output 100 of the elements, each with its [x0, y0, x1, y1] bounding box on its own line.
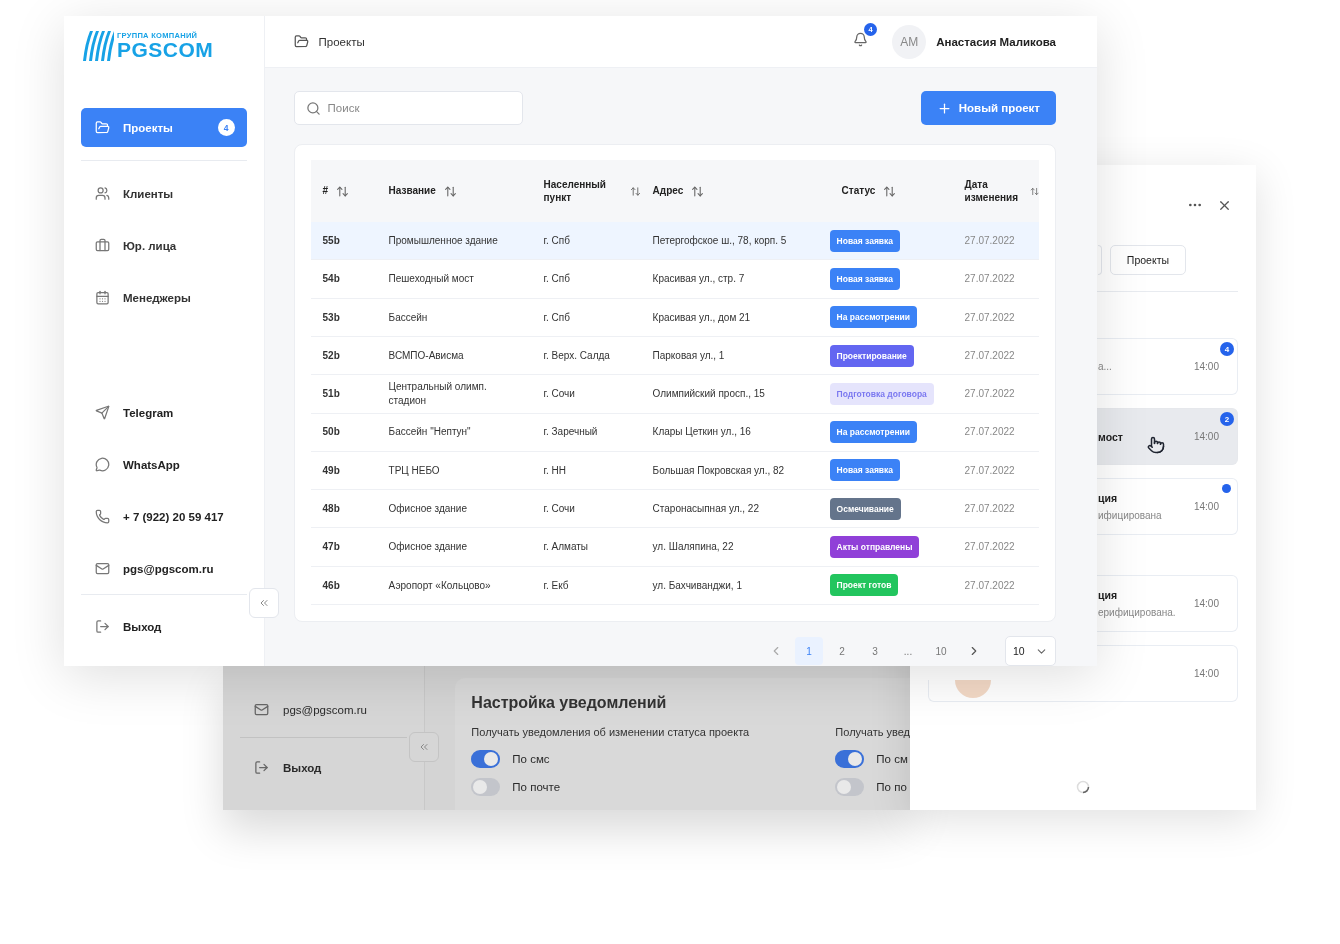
toggle-switch[interactable]: [835, 778, 865, 796]
table-cell-text: 53b: [321, 310, 341, 324]
column-header[interactable]: Статус: [841, 184, 876, 198]
contact-link[interactable]: WhatsApp: [123, 458, 180, 471]
table-cell-text: 27.07.2022: [963, 348, 1016, 363]
notification-card[interactable]: а... 14:00 4: [1097, 338, 1238, 395]
sort-icon[interactable]: [883, 184, 897, 198]
status-badge: Проект готов: [829, 574, 899, 597]
filter-chip[interactable]: Проекты: [1109, 245, 1186, 275]
notification-time: 14:00: [1193, 598, 1219, 609]
notification-title: ция: [1098, 492, 1119, 504]
column-header[interactable]: #: [322, 184, 329, 198]
notification-card[interactable]: ция ерифицирована. 14:00: [1097, 575, 1238, 632]
table-cell-text: Офисное здание: [387, 540, 468, 554]
status-badge: Акты отправлены: [829, 536, 920, 559]
table-cell-text: Красивая ул., дом 21: [651, 310, 752, 324]
status-badge: Новая заявка: [829, 459, 901, 482]
table-cell-text: 27.07.2022: [963, 540, 1016, 554]
table-cell-text: г. Спб: [542, 310, 571, 324]
sidebar-item[interactable]: Менеджеры: [81, 278, 247, 317]
settings-title: Настройка уведомлений: [471, 694, 668, 712]
column-header[interactable]: Адрес: [652, 184, 684, 198]
table-cell-text: 49b: [321, 463, 341, 478]
search-field[interactable]: Поиск: [293, 91, 523, 126]
notification-time: 14:00: [1193, 361, 1219, 372]
table-cell-text: 47b: [321, 540, 341, 554]
sort-icon[interactable]: [443, 184, 457, 198]
table-cell-text: 55b: [321, 233, 341, 248]
table-cell-text: Бассейн "Нептун": [387, 425, 472, 439]
briefcase-icon: [95, 238, 110, 253]
page-button[interactable]: 2: [828, 637, 856, 665]
table-cell-text: г. Алматы: [542, 540, 590, 554]
page-size-select[interactable]: 10: [1005, 636, 1056, 666]
new-project-button[interactable]: Новый проект: [920, 91, 1056, 126]
notification-text: ерифицирована.: [1098, 607, 1177, 618]
page-button[interactable]: 10: [927, 637, 955, 665]
table-cell-text: ТРЦ НЕБО: [387, 463, 441, 478]
table-cell-text: Красивая ул., стр. 7: [651, 272, 746, 286]
column-header[interactable]: Населенный пункт: [543, 177, 622, 205]
toggle-label: По почте: [512, 781, 561, 793]
notification-text: а...: [1098, 361, 1113, 372]
folder-icon: [95, 120, 110, 135]
unread-count-badge: 4: [1220, 342, 1234, 356]
sidebar-item[interactable]: Юр. лица: [81, 226, 247, 265]
users-icon: [95, 186, 110, 201]
notification-time: 14:00: [1193, 431, 1219, 442]
folder-icon: [293, 34, 309, 49]
page-button[interactable]: ...: [894, 637, 922, 665]
contact-link[interactable]: pgs@pgscom.ru: [123, 562, 214, 575]
toggle-switch[interactable]: [471, 750, 501, 768]
table-cell-text: ул. Бахчиванджи, 1: [651, 578, 743, 593]
column-header[interactable]: Название: [388, 184, 436, 198]
table-cell-text: ул. Шаляпина, 22: [651, 540, 735, 554]
paper-plane-icon: [95, 405, 110, 420]
breadcrumb: Проекты: [318, 35, 366, 48]
logo-wordmark: PGSCOM: [117, 39, 214, 61]
table-cell-text: 27.07.2022: [963, 578, 1016, 593]
table-cell-text: Офисное здание: [387, 502, 468, 516]
hand-cursor-icon: [1147, 436, 1165, 454]
table-cell-text: Промышленное здание: [387, 233, 499, 248]
status-badge: Проектирование: [829, 344, 914, 367]
table-cell-text: 51b: [321, 387, 341, 401]
sort-icon[interactable]: [629, 184, 641, 198]
sort-icon[interactable]: [336, 184, 350, 198]
table-row[interactable]: 55b Промышленное здание г. Спб Петергофское ш., 78, корп. 5 Новая заявка 27.07.2022: [310, 222, 1039, 261]
sidebar-item[interactable]: Проекты 4: [81, 108, 247, 147]
mail-icon: [95, 561, 110, 576]
notification-card[interactable]: ция ифицирована 14:00: [1097, 478, 1238, 535]
table-cell-text: г. НН: [542, 463, 567, 478]
notification-card[interactable]: 14:00: [1097, 645, 1238, 702]
logout-link[interactable]: Выход: [123, 620, 162, 633]
table-cell-text: Центральный олимп. стадион: [387, 380, 488, 408]
setting-caption: Получать увед: [835, 726, 910, 738]
contact-link[interactable]: + 7 (922) 20 59 417: [123, 510, 224, 523]
unread-count-badge: 2: [1220, 412, 1234, 426]
phone-icon: [95, 509, 110, 524]
notification-title: мост: [1098, 430, 1124, 443]
email-link[interactable]: pgs@pgscom.ru: [283, 703, 367, 716]
search-icon: [305, 101, 321, 117]
bell-icon[interactable]: [853, 32, 869, 47]
table-cell-text: Пешеходный мост: [387, 272, 475, 286]
toggle-switch[interactable]: [471, 778, 501, 796]
column-header[interactable]: Дата изменения: [964, 177, 1022, 205]
table-cell-text: Аэропорт «Кольцово»: [387, 578, 492, 593]
logout-icon: [95, 619, 110, 634]
table-cell-text: Петергофское ш., 78, корп. 5: [651, 233, 788, 248]
toggle-switch[interactable]: [835, 750, 865, 768]
notification-card[interactable]: мост 14:00 2: [1097, 408, 1238, 465]
sort-icon[interactable]: [691, 184, 705, 198]
notification-title: ция: [1098, 589, 1119, 601]
table-cell-text: г. Верх. Салда: [542, 348, 611, 363]
table-cell-text: 27.07.2022: [963, 310, 1016, 324]
contact-link[interactable]: Telegram: [123, 406, 174, 419]
logout-link[interactable]: Выход: [283, 761, 322, 774]
avatar: [955, 680, 991, 698]
status-badge: Новая заявка: [829, 229, 901, 252]
page-button[interactable]: 3: [861, 637, 889, 665]
table-cell-text: 50b: [321, 425, 341, 439]
table-cell-text: г. Сочи: [542, 387, 576, 401]
sidebar-item[interactable]: Клиенты: [81, 174, 247, 213]
